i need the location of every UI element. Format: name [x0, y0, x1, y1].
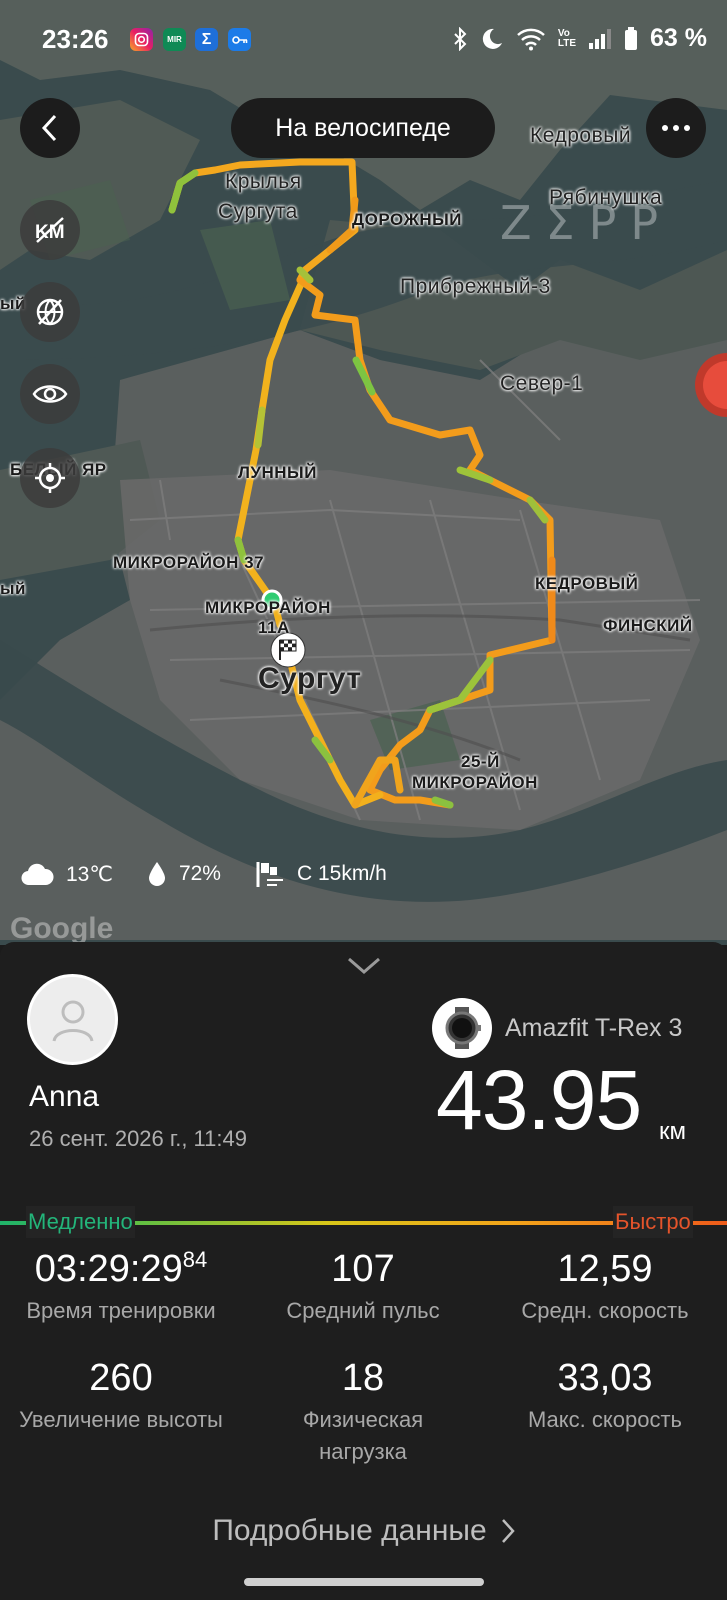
device-name: Amazfit T-Rex 3 [505, 1014, 683, 1042]
crosshair-location-icon [35, 463, 65, 493]
stat-value: 33,03 [557, 1357, 653, 1399]
map-label-surgut: Сургут [258, 662, 362, 695]
stat-label: Средний пульс [286, 1298, 440, 1323]
map-layer-toggle-button[interactable] [20, 282, 80, 342]
speed-legend-fast: Быстро [613, 1206, 693, 1238]
map-label-mikro37: МИКРОРАЙОН 37 [113, 553, 265, 572]
volte-top-text: Vo [557, 27, 570, 39]
stat-avg-speed: 12,59 Средн. скорость [484, 1247, 726, 1327]
key-app-icon [228, 28, 251, 51]
map-label-mikro25-line1: 25-Й [461, 752, 500, 771]
bluetooth-icon [454, 26, 467, 51]
map-label-mikro11-line2: 11А [258, 618, 290, 637]
eye-icon [32, 385, 68, 403]
workout-summary-panel: Anna 26 сент. 2026 г., 11:49 Amazfit T-R… [0, 942, 727, 1600]
humidity-value: 72% [178, 862, 221, 885]
map-label-left-edge: ый [0, 579, 26, 598]
mir-pay-icon: MIR [163, 28, 186, 51]
status-right-group: Vo LTE 63 % [452, 24, 707, 53]
stat-label: Увеличение высоты [19, 1407, 223, 1432]
stat-avg-heart-rate: 107 Средний пульс [242, 1247, 484, 1327]
visibility-toggle-button[interactable] [20, 364, 80, 424]
weather-row: 13℃ 72% С 15km/h [20, 860, 421, 888]
map-label-krylya-line1: Крылья [225, 170, 302, 193]
detailed-data-label: Подробные данные [212, 1514, 487, 1547]
stat-value: 18 [341, 1357, 385, 1399]
home-indicator[interactable] [244, 1578, 484, 1586]
locate-button[interactable] [20, 448, 80, 508]
map-label-krylya-line2: Сургута [218, 200, 298, 223]
activity-date: 26 сент. 2026 г., 11:49 [29, 1126, 247, 1151]
stat-training-load: 18 Физическая нагрузка [242, 1356, 484, 1468]
activity-type-title: На велосипеде [231, 98, 495, 158]
avatar[interactable] [27, 974, 118, 1065]
more-dots-icon [662, 125, 690, 131]
battery-icon [625, 26, 638, 50]
chevron-left-icon [41, 114, 57, 142]
map-label-kedrovy: КЕДРОВЫЙ [535, 574, 639, 593]
temperature-item: 13℃ [20, 861, 113, 887]
stat-value: 03:29:2984 [0, 1247, 242, 1291]
map-label-finsky: ФИНСКИЙ [603, 616, 693, 635]
map-label-pribrezhny: Прибрежный-3 [400, 275, 551, 298]
user-placeholder-icon [52, 1000, 93, 1042]
map-label-sever: Север-1 [500, 372, 584, 395]
stat-label: Физическая нагрузка [302, 1407, 424, 1464]
chevron-right-icon [501, 1519, 515, 1543]
stat-workout-time: 03:29:2984 Время тренировки [0, 1247, 242, 1327]
workout-time-hundredths: 84 [182, 1247, 208, 1272]
map-label-mikro25-line2: МИКРОРАЙОН [412, 773, 538, 792]
km-markers-toggle-button[interactable]: KM [20, 200, 80, 260]
temperature-value: 13℃ [66, 862, 113, 886]
sigma-app-icon: Σ [195, 28, 218, 51]
volte-bottom-text: LTE [557, 37, 577, 49]
stat-value: 107 [331, 1248, 395, 1290]
cloud-icon [21, 863, 54, 886]
distance-value: 43.95 [436, 1053, 642, 1147]
distance-unit: км [659, 1118, 686, 1145]
google-logo: Google [10, 912, 114, 945]
zepp-watermark-logo: ZΣPP [500, 196, 673, 250]
signal-icon [589, 28, 612, 49]
stat-max-speed: 33,03 Макс. скорость [484, 1356, 726, 1436]
map-label-dorozhny: ДОРОЖНЫЙ [352, 210, 462, 229]
km-markers-off-icon: KM [35, 217, 65, 243]
user-name: Anna [29, 1080, 100, 1113]
chevron-down-icon[interactable] [346, 956, 382, 976]
map-label-mikro11-line1: МИКРОРАЙОН [205, 598, 331, 617]
route-map[interactable]: Кедровый Рябинушка Крылья Сургута ДОРОЖН… [0, 0, 727, 945]
wind-flag-icon [256, 862, 283, 887]
water-drop-icon [148, 862, 165, 886]
stat-label: Средн. скорость [521, 1298, 689, 1323]
status-time: 23:26 [42, 24, 109, 54]
stat-value: 12,59 [557, 1248, 653, 1290]
volte-icon: Vo LTE [557, 27, 577, 49]
workout-time-main: 03:29:29 [34, 1248, 183, 1290]
humidity-item: 72% [147, 860, 221, 888]
wind-item: С 15km/h [255, 860, 387, 888]
do-not-disturb-moon-icon [482, 28, 502, 49]
status-bar: 23:26 MIR Σ Vo LTE 63 % [0, 0, 727, 80]
stat-value: 260 [89, 1357, 153, 1399]
back-button[interactable] [20, 98, 80, 158]
stat-elevation-gain: 260 Увеличение высоты [0, 1356, 242, 1436]
map-label-lunny: ЛУННЫЙ [238, 463, 317, 482]
map-label-kedrovy-top: Кедровый [530, 124, 632, 147]
wind-value: С 15km/h [296, 862, 387, 885]
battery-percent: 63 % [650, 24, 707, 52]
globe-off-icon [36, 298, 64, 326]
stat-label: Макс. скорость [527, 1407, 683, 1432]
stat-label: Время тренировки [26, 1298, 216, 1323]
instagram-icon [130, 28, 153, 51]
speed-legend-slow: Медленно [26, 1206, 135, 1238]
wifi-icon [517, 28, 545, 50]
watch-device-icon [432, 998, 492, 1058]
more-options-button[interactable] [646, 98, 706, 158]
detailed-data-link[interactable]: Подробные данные [0, 1514, 727, 1548]
